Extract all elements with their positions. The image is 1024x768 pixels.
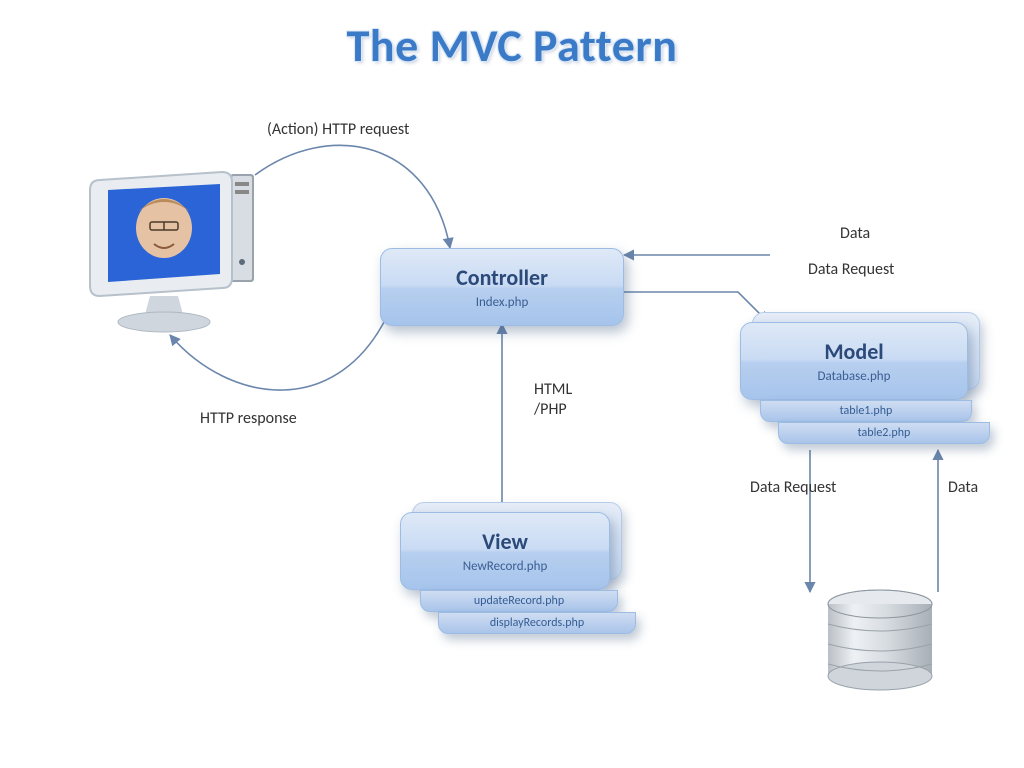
view-title: View xyxy=(482,528,528,555)
controller-node: Controller Index.php xyxy=(380,248,624,326)
label-data-request-bottom: Data Request xyxy=(750,478,836,497)
model-node: Model Database.php xyxy=(740,322,968,400)
database-icon xyxy=(820,588,940,698)
client-computer-icon xyxy=(80,162,270,352)
label-data-top: Data xyxy=(840,224,870,243)
model-file-2: table2.php xyxy=(778,422,990,444)
view-file-0: NewRecord.php xyxy=(463,559,548,574)
label-http-response: HTTP response xyxy=(200,409,297,428)
controller-file: Index.php xyxy=(476,295,529,310)
label-html-php-2: /PHP xyxy=(534,400,567,419)
view-file-2: displayRecords.php xyxy=(438,612,636,634)
label-html-php-1: HTML xyxy=(534,380,572,399)
label-http-request: (Action) HTTP request xyxy=(267,120,409,139)
label-data-request-top: Data Request xyxy=(808,260,894,279)
controller-title: Controller xyxy=(456,264,548,291)
model-file-1: table1.php xyxy=(760,400,972,422)
page-title: The MVC Pattern xyxy=(0,18,1024,74)
view-node: View NewRecord.php xyxy=(400,512,610,590)
model-title: Model xyxy=(824,338,883,365)
model-file-0: Database.php xyxy=(818,369,891,384)
label-data-bottom: Data xyxy=(948,478,978,497)
view-file-1: updateRecord.php xyxy=(420,590,618,612)
